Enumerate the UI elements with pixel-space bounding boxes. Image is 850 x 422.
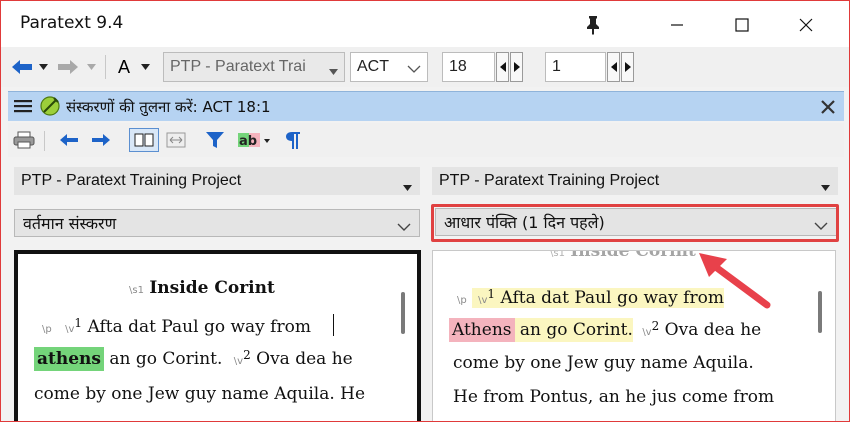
font-button[interactable]: A [113,53,135,81]
scrollbar-thumb[interactable] [401,292,405,334]
compare-versions-icon [39,95,61,117]
verse-text: come by one Jew guy name Aquila. [453,353,754,373]
verse-text: come by one Jew guy name Aquila. He [34,384,366,404]
minimize-button[interactable] [654,9,700,41]
paratext-window: Paratext 9.4 A PTP - Paratext Trai ACT 1… [0,0,850,422]
main-toolbar: A PTP - Paratext Trai ACT 18 1 [1,47,849,87]
app-title: Paratext 9.4 [20,13,124,33]
verse-line-2: athens an go Corint. \v2 Ova dea he [34,347,353,371]
highlight-style-icon[interactable]: ab [236,129,272,151]
heading-marker: \s1 [550,250,565,259]
highlight-box [431,204,839,242]
forward-dropdown-icon[interactable] [85,59,97,75]
chevron-down-icon [397,217,411,236]
toolbar-separator [44,131,45,151]
verse-number: 2 [651,319,660,333]
verse-line-3: come by one Jew guy name Aquila. [453,353,754,373]
title-bar: Paratext 9.4 [1,1,849,47]
next-difference-icon[interactable] [90,132,112,148]
right-project-value: PTP - Paratext Training Project [439,172,660,189]
callout-arrow-icon [699,253,771,309]
left-version-value: वर्तमान संस्करण [23,214,117,233]
close-pane-icon[interactable] [820,99,836,115]
chevron-down-icon [403,178,412,196]
book-combo-value: ACT [357,58,389,75]
print-icon[interactable] [12,130,36,150]
left-project-select[interactable]: PTP - Paratext Training Project [14,167,420,195]
compare-pane-header: संस्करणों की तुलना करें: ACT 18:1 [8,91,844,121]
section-heading: \s1 Inside Corint [550,250,696,261]
project-combo-value: PTP - Paratext Trai [170,58,306,75]
current-version-text-panel[interactable]: \s1 Inside Corint \p \v1 Afta dat Paul g… [14,250,421,421]
book-view-icon[interactable] [129,128,159,152]
verse-line-1: \p \v1 Afta dat Paul go way from [457,287,724,308]
left-version-select[interactable]: वर्तमान संस्करण [14,209,420,237]
filter-icon[interactable] [204,130,226,150]
toolbar-separator [105,55,106,79]
chapter-prev-button[interactable] [496,52,509,82]
chevron-down-icon [407,61,421,79]
verse-next-button[interactable] [621,52,634,82]
verse-text: Ova dea he [256,349,353,369]
verse-text: an go Corint. [109,349,223,369]
verse-line-2: Athens an go Corint. \v2 Ova dea he [449,318,762,342]
chapter-input[interactable]: 18 [442,52,495,82]
scrollbar-thumb[interactable] [818,291,822,333]
chapter-next-button[interactable] [510,52,523,82]
verse-input[interactable]: 1 [545,52,606,82]
pane-toolbar: ab [8,123,844,157]
heading-text: Inside Corint [570,250,696,261]
show-markers-icon[interactable] [282,128,304,152]
paragraph-marker: \p [42,324,52,335]
heading-marker: \s1 [129,285,144,296]
pane-title: संस्करणों की तुलना करें: ACT 18:1 [66,98,271,116]
verse-number: 1 [74,316,83,330]
heading-text: Inside Corint [149,278,275,298]
removed-word: Athens [449,318,515,342]
verse-number: 2 [243,348,251,362]
text-cursor [333,314,334,336]
back-button[interactable] [9,55,35,79]
verse-marker: \v [233,356,244,367]
pin-icon[interactable] [584,15,602,35]
book-combo[interactable]: ACT [350,52,428,82]
paragraph-marker: \p [457,295,467,306]
verse-prev-button[interactable] [607,52,620,82]
left-project-value: PTP - Paratext Training Project [21,172,242,189]
hamburger-menu-icon[interactable] [14,98,32,114]
verse-text: Afta dat Paul go way from [87,317,311,337]
verse-value: 1 [552,58,561,75]
verse-line-1: \p \v1 Afta dat Paul go way from [42,316,311,337]
verse-line-4: He from Pontus, an he jus come from [453,387,774,407]
verse-line-3: come by one Jew guy name Aquila. He [34,384,365,404]
back-dropdown-icon[interactable] [37,59,49,75]
chevron-down-icon [821,178,830,196]
chevron-down-icon [329,62,338,80]
chapter-value: 18 [449,58,467,75]
previous-difference-icon[interactable] [58,132,80,148]
maximize-button[interactable] [719,9,765,41]
added-word: athens [34,347,104,371]
close-window-button[interactable] [783,9,829,41]
verse-text: an go Corint. [519,320,633,340]
side-by-side-icon[interactable] [164,130,188,150]
right-project-select[interactable]: PTP - Paratext Training Project [432,167,838,195]
verse-text: He from Pontus, an he jus come from [453,387,775,407]
section-heading: \s1 Inside Corint [129,278,275,298]
verse-text: Ova dea he [664,320,762,340]
svg-text:ab: ab [239,134,257,149]
project-combo[interactable]: PTP - Paratext Trai [163,52,345,82]
verse-number: 1 [487,287,496,301]
font-dropdown-icon[interactable] [139,59,151,75]
forward-button[interactable] [55,55,81,79]
verse-marker: \v [642,327,652,338]
